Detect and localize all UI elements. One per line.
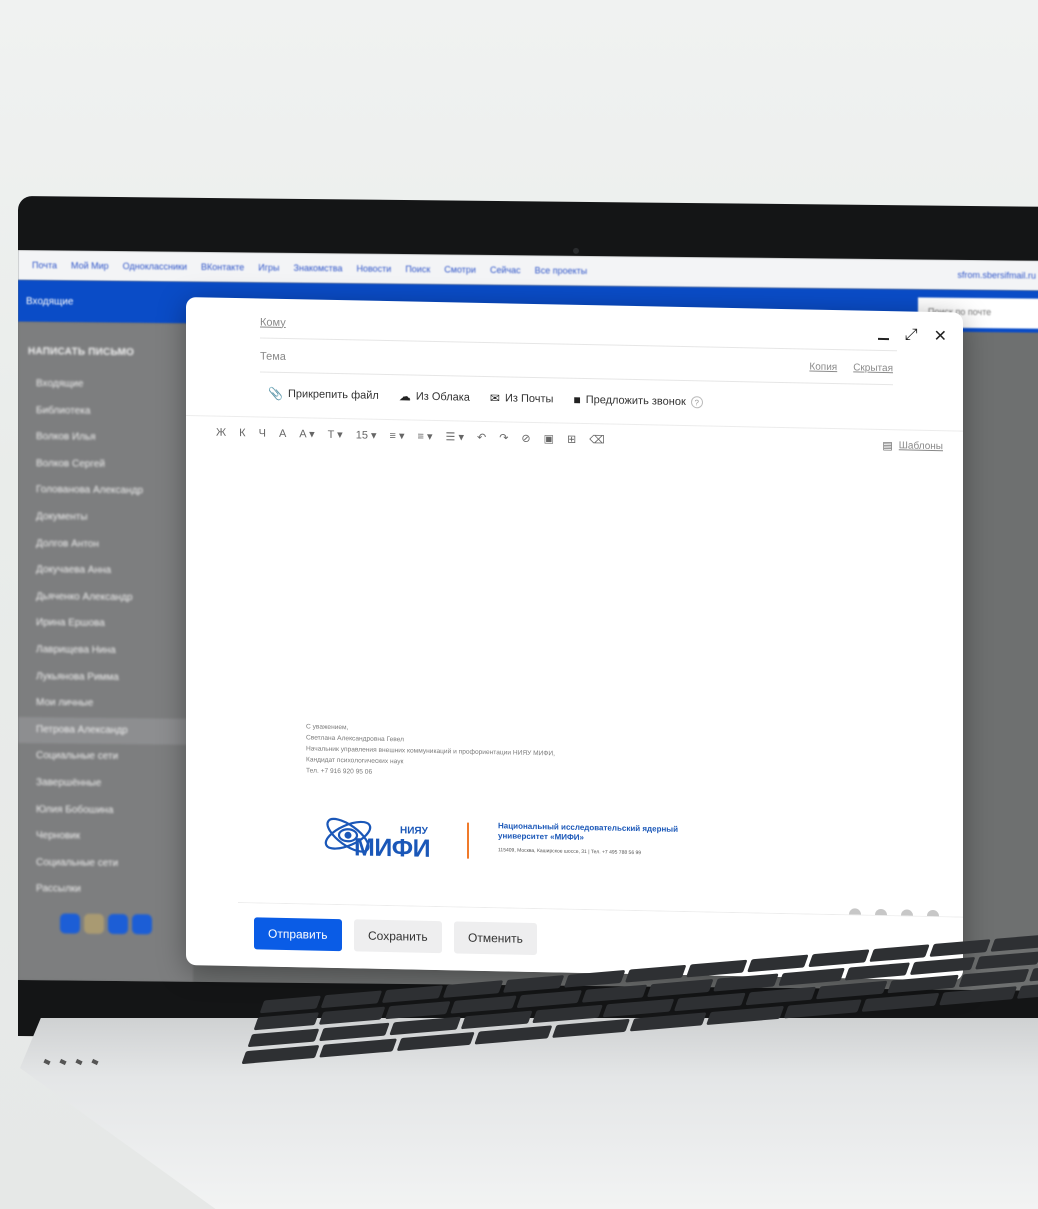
logo-wordmark: МИФИ: [354, 833, 431, 863]
strikethrough-button[interactable]: A: [279, 427, 286, 439]
nav-link[interactable]: Почта: [32, 260, 57, 270]
minimize-icon[interactable]: [877, 337, 889, 341]
sidebar-item[interactable]: Рассылки: [18, 876, 193, 904]
cancel-button[interactable]: Отменить: [454, 921, 537, 956]
sidebar-item[interactable]: Ирина Ершова: [18, 610, 193, 638]
nav-link[interactable]: ВКонтакте: [201, 262, 244, 272]
clear-format-icon[interactable]: ⌫: [589, 433, 605, 446]
sidebar-item[interactable]: Лаврищева Нина: [18, 637, 193, 665]
webcam: [573, 247, 579, 254]
font-button[interactable]: T ▾: [328, 428, 343, 441]
sidebar-item[interactable]: Социальные сети: [18, 743, 193, 771]
paperclip-icon: 📎: [268, 386, 283, 401]
undo-icon[interactable]: ↶: [477, 431, 486, 444]
user-email[interactable]: sfrom.sbersifmail.ru: [957, 270, 1038, 281]
compose-button[interactable]: НАПИСАТЬ ПИСЬМО: [18, 322, 193, 373]
link-icon[interactable]: ⊘: [521, 432, 530, 445]
text-color-button[interactable]: A ▾: [299, 427, 314, 440]
nav-link[interactable]: Одноклассники: [123, 261, 187, 272]
sidebar-item[interactable]: Волков Сергей: [18, 451, 193, 479]
sidebar-item-active[interactable]: Петрова Александр: [18, 716, 193, 746]
compose-dialog: Кому ⤢ ✕ Тема Копия Скрытая 📎 Прикрепить…: [186, 297, 963, 981]
folders-title[interactable]: Входящие: [26, 296, 73, 307]
social-icon[interactable]: [132, 914, 152, 935]
cloud-icon: ☁: [398, 389, 411, 404]
font-size-button[interactable]: 15 ▾: [356, 428, 377, 441]
sidebar-item[interactable]: Черновик: [18, 823, 193, 851]
cc-link[interactable]: Копия: [809, 362, 837, 374]
close-icon[interactable]: ✕: [934, 326, 947, 346]
nav-link[interactable]: Все проекты: [535, 265, 588, 276]
sidebar-item[interactable]: Завершённые: [18, 770, 193, 798]
social-icon[interactable]: [60, 913, 80, 934]
sidebar-item[interactable]: Долгов Антон: [18, 531, 193, 559]
logo-separator: [467, 822, 469, 859]
social-icon[interactable]: [108, 913, 128, 935]
side-ports: [43, 1058, 99, 1066]
expand-icon[interactable]: ⤢: [905, 326, 918, 344]
attach-file-button[interactable]: 📎 Прикрепить файл: [268, 387, 379, 403]
from-mail-button[interactable]: ✉ Из Почты: [490, 391, 554, 406]
nav-link[interactable]: Мой Мир: [71, 261, 109, 271]
sidebar-item[interactable]: Дьяченко Александр: [18, 584, 193, 612]
image-icon[interactable]: ▣: [544, 432, 554, 445]
subject-label: Тема: [260, 349, 286, 363]
templates-icon: ▤: [882, 439, 893, 453]
to-label[interactable]: Кому: [260, 316, 286, 329]
sidebar-item[interactable]: Документы: [18, 504, 193, 532]
redo-icon[interactable]: ↷: [499, 431, 508, 444]
send-button[interactable]: Отправить: [254, 917, 342, 952]
nav-link[interactable]: Сейчас: [490, 265, 521, 275]
nav-link[interactable]: Игры: [258, 263, 279, 273]
align-button[interactable]: ≡ ▾: [390, 429, 405, 442]
templates-button[interactable]: ▤ Шаблоны: [882, 439, 943, 453]
nav-link[interactable]: Новости: [356, 264, 391, 274]
nav-link[interactable]: Знакомства: [294, 263, 343, 274]
underline-button[interactable]: Ч: [259, 427, 266, 439]
sidebar-item[interactable]: Юлия Бобошина: [18, 797, 193, 825]
folder-sidebar: НАПИСАТЬ ПИСЬМО Входящие Библиотека Волк…: [18, 322, 193, 982]
sidebar-item[interactable]: Лукьянова Римма: [18, 664, 193, 692]
video-camera-icon: ■: [573, 392, 581, 407]
bcc-link[interactable]: Скрытая: [853, 362, 893, 374]
table-icon[interactable]: ⊞: [567, 433, 576, 446]
sidebar-item[interactable]: Мои личные: [18, 690, 193, 718]
indent-button[interactable]: ≡ ▾: [418, 430, 433, 443]
signature-block: С уважением, Светлана Александровна Геве…: [306, 721, 555, 781]
sidebar-item[interactable]: Социальные сети: [18, 850, 193, 878]
envelope-icon: ✉: [489, 391, 500, 406]
save-button[interactable]: Сохранить: [354, 919, 442, 954]
sidebar-item[interactable]: Волков Илья: [18, 424, 193, 452]
sidebar-item[interactable]: Входящие: [18, 371, 193, 399]
window-controls: ⤢ ✕: [877, 325, 947, 346]
sidebar-item[interactable]: Голованова Александр: [18, 477, 193, 505]
social-icon[interactable]: [84, 913, 104, 934]
italic-button[interactable]: К: [239, 427, 245, 439]
info-icon[interactable]: ?: [690, 396, 703, 409]
university-name: Национальный исследовательский ядерный у…: [498, 821, 679, 842]
social-icons: [18, 903, 193, 935]
from-cloud-button[interactable]: ☁ Из Облака: [399, 389, 470, 404]
nav-link[interactable]: Смотри: [444, 264, 476, 274]
nav-link[interactable]: Поиск: [405, 264, 430, 274]
list-button[interactable]: ☰ ▾: [446, 430, 464, 443]
bold-button[interactable]: Ж: [216, 426, 226, 438]
suggest-call-button[interactable]: ■ Предложить звонок ?: [573, 392, 703, 410]
sidebar-item[interactable]: Докучаева Анна: [18, 557, 193, 585]
attach-toolbar: 📎 Прикрепить файл ☁ Из Облака ✉ Из Почты…: [268, 387, 703, 410]
sidebar-item[interactable]: Библиотека: [18, 398, 193, 426]
message-body[interactable]: [186, 447, 963, 863]
